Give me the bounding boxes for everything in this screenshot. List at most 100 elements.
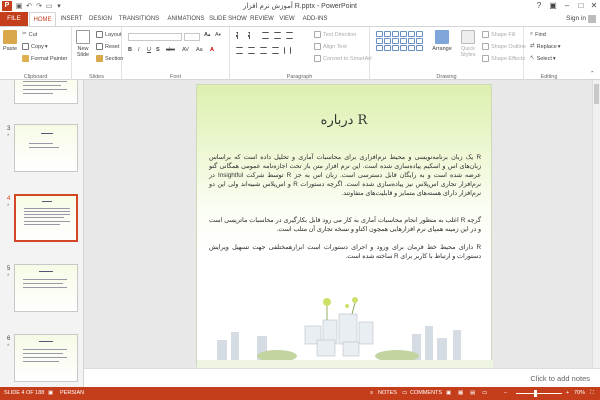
tab-view[interactable]: VIEW <box>276 12 298 26</box>
font-size-select[interactable] <box>184 33 200 41</box>
tab-add-ins[interactable]: ADD-INS <box>300 12 330 26</box>
tab-file[interactable]: FILE <box>0 12 28 26</box>
reset-button[interactable]: Reset <box>96 43 119 50</box>
normal-view-icon[interactable]: ▣ <box>446 390 451 396</box>
vertical-scrollbar[interactable] <box>592 80 600 368</box>
bold-button[interactable]: B <box>128 47 132 53</box>
character-spacing-button[interactable]: AV <box>182 47 189 53</box>
tab-design[interactable]: DESIGN <box>87 12 114 26</box>
align-text-icon <box>314 43 321 50</box>
align-text-button[interactable]: Align Text <box>314 43 347 50</box>
notes-pane[interactable]: Click to add notes <box>84 368 600 387</box>
notes-icon: ≡ <box>370 390 374 396</box>
current-slide[interactable]: درباره R R یک زبان برنامه‌نویسی و محیط ن… <box>196 84 493 368</box>
reading-view-icon[interactable]: ▤ <box>470 390 475 396</box>
avatar[interactable] <box>588 15 596 23</box>
cut-button[interactable]: ✂ Cut <box>22 31 37 38</box>
help-icon[interactable]: ? <box>532 0 546 12</box>
shadow-button[interactable]: S <box>156 47 160 53</box>
slide-number-5: 5 <box>7 266 11 272</box>
slide-sorter-icon[interactable]: ▦ <box>458 390 463 396</box>
font-name-select[interactable] <box>128 33 182 41</box>
cursor-icon: ↖ <box>530 55 535 61</box>
slide-number-6: 6 <box>7 336 11 342</box>
slide-counter[interactable]: SLIDE 4 OF 188 <box>4 390 44 396</box>
slide-thumbnail-2[interactable] <box>14 80 78 104</box>
convert-smartart-button[interactable]: Convert to SmartArt <box>314 55 372 62</box>
shape-effects-button[interactable]: Shape Effects <box>482 55 525 62</box>
underline-button[interactable]: U <box>147 47 151 53</box>
scrollbar-thumb[interactable] <box>594 84 599 104</box>
tab-review[interactable]: REVIEW <box>249 12 275 26</box>
slide-show-icon[interactable]: ▭ <box>482 390 487 396</box>
tab-insert[interactable]: INSERT <box>58 12 85 26</box>
align-left-icon <box>236 47 243 54</box>
close-icon[interactable]: ✕ <box>587 0 600 12</box>
status-bar: SLIDE 4 OF 188 ▣ PERSIAN ≡ NOTES ▭ COMME… <box>0 387 600 400</box>
arrange-button[interactable]: Arrange <box>430 30 454 52</box>
numbering-button[interactable] <box>248 32 257 39</box>
align-right-button[interactable] <box>260 47 269 54</box>
align-center-button[interactable] <box>248 47 257 54</box>
increase-indent-button[interactable] <box>274 32 283 39</box>
zoom-out-icon[interactable]: – <box>504 390 507 396</box>
zoom-slider[interactable] <box>516 393 562 394</box>
bullets-button[interactable] <box>236 32 245 39</box>
slide-paragraph-3[interactable]: R دارای محیط خط فرمان برای ورود و اجرای … <box>209 243 481 261</box>
justify-button[interactable] <box>272 47 281 54</box>
shape-outline-button[interactable]: Shape Outline <box>482 43 526 50</box>
columns-button[interactable] <box>284 47 293 54</box>
zoom-in-icon[interactable]: + <box>566 390 569 396</box>
align-left-button[interactable] <box>236 47 245 54</box>
slide-paragraph-1[interactable]: R یک زبان برنامه‌نویسی و محیط نرم‌افزاری… <box>209 153 481 198</box>
zoom-level[interactable]: 70% <box>574 390 585 396</box>
effects-icon <box>482 55 489 62</box>
slide-thumbnail-3[interactable] <box>14 124 78 172</box>
layout-button[interactable]: Layout <box>96 31 122 38</box>
slide-title[interactable]: درباره R <box>197 113 491 128</box>
zoom-slider-handle[interactable] <box>534 390 537 397</box>
sign-in-link[interactable]: Sign in <box>566 12 586 26</box>
font-grow-button[interactable]: A ▴ <box>204 32 210 38</box>
paste-button[interactable]: Paste <box>2 30 18 52</box>
line-spacing-button[interactable] <box>286 32 295 39</box>
font-color-button[interactable]: A <box>210 47 214 53</box>
fit-to-window-icon[interactable]: ⛶ <box>590 390 594 397</box>
format-painter-button[interactable]: Format Painter <box>22 55 67 62</box>
maximize-icon[interactable]: □ <box>574 0 588 12</box>
language-indicator[interactable]: PERSIAN <box>60 390 84 396</box>
shapes-gallery[interactable] <box>376 31 423 51</box>
notes-placeholder[interactable]: Click to add notes <box>530 374 590 383</box>
new-slide-button[interactable]: New Slide <box>74 30 92 58</box>
slide-thumbnail-6[interactable] <box>14 334 78 382</box>
city-illustration <box>197 297 493 368</box>
notes-button[interactable]: NOTES <box>378 390 397 396</box>
tab-transitions[interactable]: TRANSITIONS <box>116 12 162 26</box>
strikethrough-button[interactable]: abc <box>166 47 175 53</box>
slide-thumbnail-4[interactable] <box>14 194 78 242</box>
tab-slide-show[interactable]: SLIDE SHOW <box>208 12 248 26</box>
slide-thumbnail-5[interactable] <box>14 264 78 312</box>
collapse-ribbon-icon[interactable]: ⌃ <box>590 71 595 77</box>
section-button[interactable]: Section <box>96 55 123 62</box>
shape-fill-button[interactable]: Shape Fill <box>482 31 515 38</box>
copy-button[interactable]: Copy ▾ <box>22 43 48 50</box>
quick-styles-button[interactable]: Quick Styles <box>456 30 480 58</box>
slide-thumbnails-pane[interactable]: 3 * 4 * 5 * 6 * <box>0 80 84 387</box>
justify-icon <box>272 47 279 54</box>
select-button[interactable]: ↖ Select ▾ <box>530 55 556 62</box>
comments-button[interactable]: COMMENTS <box>410 390 442 396</box>
replace-button[interactable]: ⇄ Replace ▾ <box>530 43 561 50</box>
font-shrink-button[interactable]: A ▾ <box>215 32 221 38</box>
italic-button[interactable]: I <box>138 47 140 53</box>
decrease-indent-button[interactable] <box>262 32 271 39</box>
slide-paragraph-2[interactable]: گرچه R اغلب به منظور انجام محاسبات آماری… <box>209 216 481 234</box>
change-case-button[interactable]: Aa <box>196 47 203 53</box>
text-direction-button[interactable]: Text Direction <box>314 31 356 38</box>
minimize-icon[interactable]: – <box>560 0 574 12</box>
tab-animations[interactable]: ANIMATIONS <box>164 12 208 26</box>
find-button[interactable]: ⌕ Find <box>530 31 546 38</box>
ribbon-display-options-icon[interactable]: ▣ <box>546 0 560 12</box>
spellcheck-icon[interactable]: ▣ <box>48 390 53 396</box>
tab-home[interactable]: HOME <box>29 12 56 26</box>
